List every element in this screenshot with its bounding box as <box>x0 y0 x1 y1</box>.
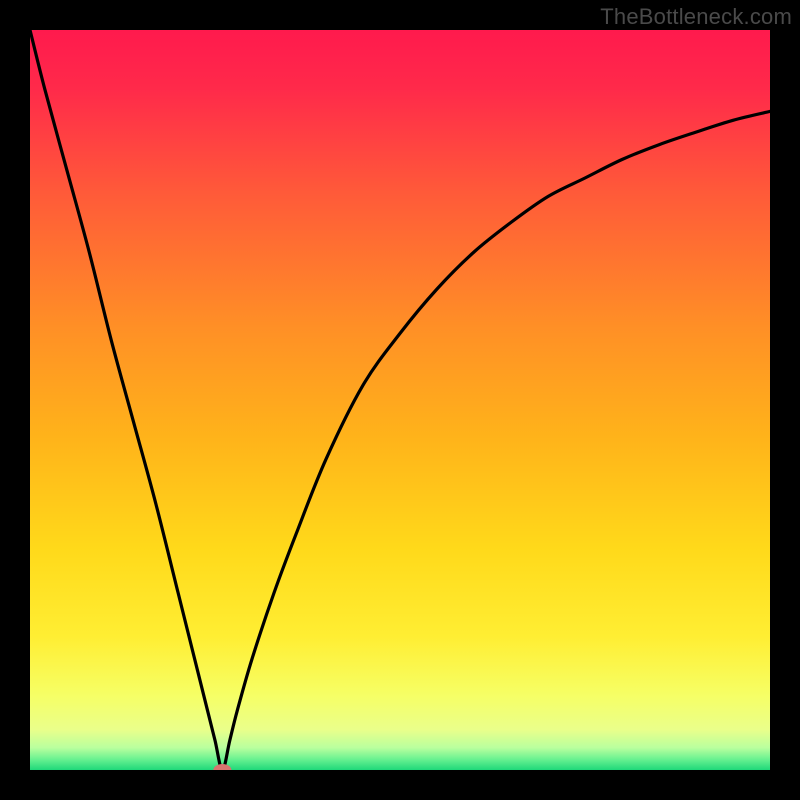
chart-container: TheBottleneck.com <box>0 0 800 800</box>
optimal-marker <box>213 764 231 770</box>
plot-area <box>30 30 770 770</box>
watermark-label: TheBottleneck.com <box>600 4 792 30</box>
bottleneck-curve <box>30 30 770 770</box>
